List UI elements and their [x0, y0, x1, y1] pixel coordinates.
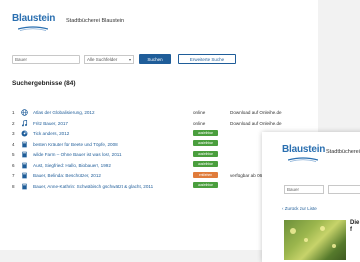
book-icon — [21, 183, 28, 190]
result-title-link[interactable]: besten Kräuter für Beete und Töpfe, 2008 — [33, 142, 118, 147]
search-button[interactable]: Suchen — [139, 54, 171, 64]
detail-search-field-select[interactable] — [328, 185, 360, 194]
result-extra-info[interactable]: Download auf Onleihe.de — [230, 121, 282, 126]
result-number: 1 — [12, 110, 15, 115]
availability-text: online — [193, 120, 206, 126]
detail-logo-text: Blaustein — [282, 144, 326, 155]
cover-image — [284, 220, 346, 260]
result-title-link[interactable]: Tick anders, 2012 — [33, 131, 69, 136]
availability-badge: ausleihbar — [193, 182, 218, 188]
result-number: 5 — [12, 152, 15, 157]
detail-window: Blaustein Stadtbücherei Bauer ‹ Zurück z… — [262, 132, 360, 262]
site-header: Blaustein Stadtbücherei Blaustein — [12, 10, 124, 32]
result-number: 2 — [12, 120, 15, 126]
result-number: 3 — [12, 131, 15, 136]
result-title-link[interactable]: Aust, Siegfried: Hallo, Biobauer!, 1992 — [33, 163, 111, 168]
advanced-search-button[interactable]: Erweiterte Suche — [178, 54, 236, 64]
logo-text: Blaustein — [12, 13, 56, 24]
detail-library-logo[interactable]: Blaustein — [282, 142, 326, 162]
library-logo[interactable]: Blaustein — [12, 11, 56, 31]
availability-badge: ausleihbar — [193, 140, 218, 146]
detail-site-name: Stadtbücherei — [326, 149, 360, 155]
globe-icon — [21, 109, 28, 116]
result-number: 8 — [12, 183, 15, 189]
availability-badge: entliehen — [193, 171, 218, 178]
disc-icon — [21, 130, 28, 137]
availability-badge: ausleihbar — [193, 161, 218, 167]
result-row[interactable]: 1 Atlas der Globalisierung, 2012 online Dow… — [12, 108, 312, 119]
result-number: 7 — [12, 173, 15, 178]
chevron-down-icon: ▾ — [128, 56, 131, 62]
select-value: Alle Suchfelder — [87, 56, 118, 62]
detail-header: Blaustein Stadtbücherei — [282, 142, 360, 162]
detail-search-input[interactable]: Bauer — [284, 185, 324, 194]
result-extra-info: verfügbar ab 06.0 — [230, 173, 267, 178]
result-title-link[interactable]: Bauer, Belinda: Beschützer, 2012 — [33, 173, 101, 178]
site-name: Stadtbücherei Blaustein — [66, 18, 125, 24]
book-icon — [21, 151, 28, 158]
results-heading: Suchergebnisse (84) — [12, 80, 76, 87]
result-number: 4 — [12, 141, 15, 147]
availability-badge: ausleihbar — [193, 150, 218, 157]
result-row[interactable]: 2 Fritz Bauer, 2017 online Download auf Onl… — [12, 119, 312, 130]
book-icon — [21, 162, 28, 169]
book-icon — [21, 141, 28, 148]
logo-swoosh-icon — [18, 26, 48, 31]
music-note-icon — [21, 119, 28, 127]
search-bar: Alle Suchfelder ▾ Suchen Erweiterte Such… — [12, 54, 236, 64]
book-icon — [21, 172, 28, 179]
detail-title: Die b K f — [350, 220, 360, 233]
search-input[interactable] — [12, 54, 80, 64]
back-to-list-link[interactable]: ‹ Zurück zur Liste — [282, 206, 317, 211]
search-field-select[interactable]: Alle Suchfelder ▾ — [84, 54, 134, 64]
result-title-link[interactable]: Bauer, Anne-Kathrin: Schwäbisch gschwätz… — [33, 184, 153, 189]
result-extra-info[interactable]: Download auf Onleihe.de — [230, 110, 282, 115]
availability-badge: ausleihbar — [193, 129, 218, 136]
result-title-link[interactable]: Fritz Bauer, 2017 — [33, 121, 68, 126]
result-number: 6 — [12, 162, 15, 168]
detail-logo-swoosh-icon — [288, 157, 318, 162]
result-title-link[interactable]: wilde Farm – Ohne Bauer ist was los!, 20… — [33, 152, 122, 157]
result-title-link[interactable]: Atlas der Globalisierung, 2012 — [33, 110, 95, 115]
availability-text: online — [193, 110, 206, 115]
